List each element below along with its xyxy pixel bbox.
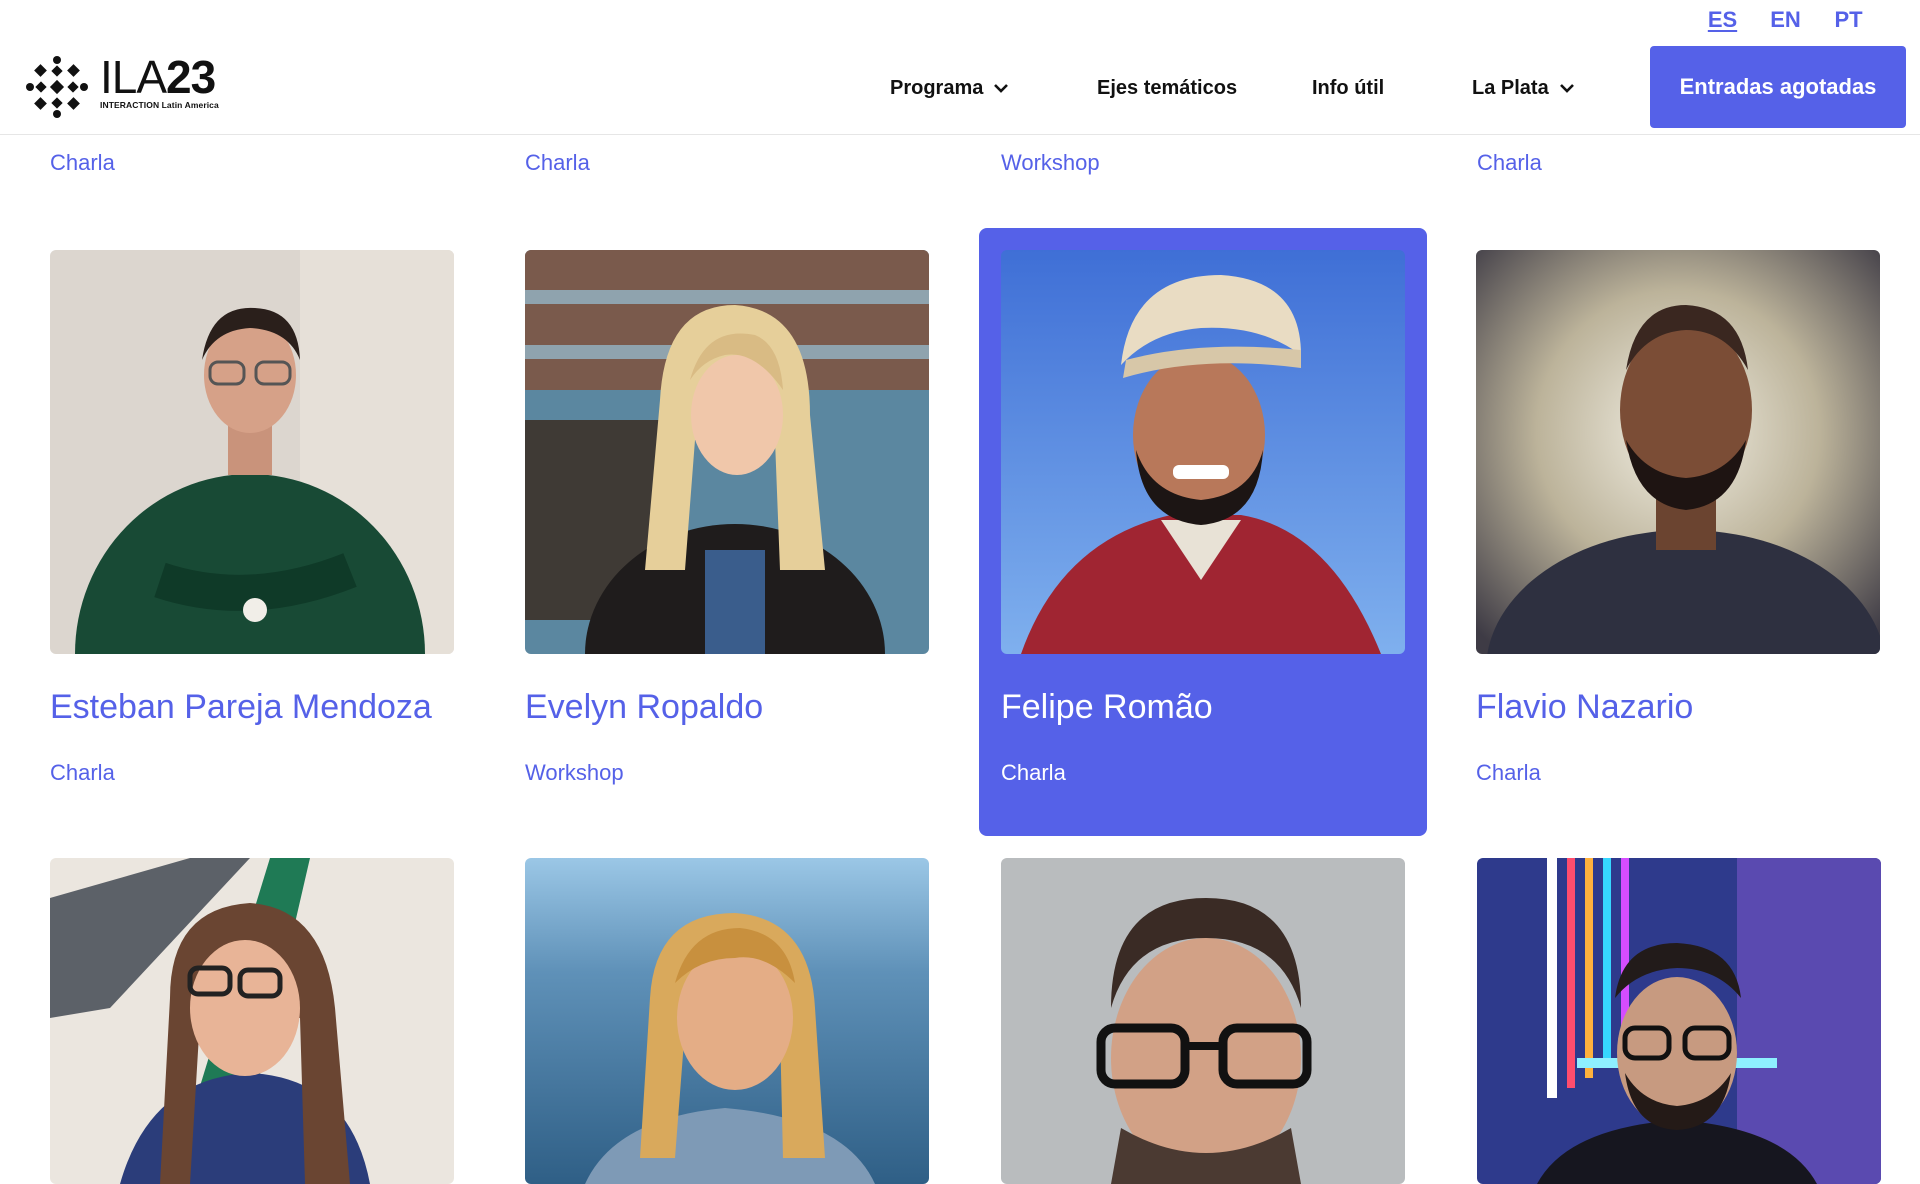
speaker-type-label: Charla — [50, 150, 115, 175]
speaker-photo — [50, 250, 454, 654]
language-switcher: ES EN PT — [1691, 6, 1880, 34]
nav-item-programa[interactable]: Programa — [890, 76, 1009, 100]
logo-title: ILA23 — [100, 51, 216, 103]
speaker-type-label: Charla — [1001, 760, 1066, 785]
logo-home-link[interactable]: ILA23 INTERACTION Latin America — [24, 54, 219, 120]
speaker-name: Flavio Nazario — [1476, 688, 1694, 726]
speaker-portrait-image — [50, 250, 454, 654]
speaker-type-label: Charla — [50, 760, 115, 785]
speaker-photo[interactable] — [1001, 858, 1405, 1184]
speaker-portrait-image — [1477, 858, 1881, 1184]
speaker-photo[interactable] — [525, 858, 929, 1184]
chevron-down-icon — [994, 84, 1009, 93]
speaker-portrait-image — [1001, 858, 1405, 1184]
speaker-photo[interactable] — [1477, 858, 1881, 1184]
lang-en-link[interactable]: EN — [1754, 6, 1817, 34]
speaker-photo[interactable] — [50, 858, 454, 1184]
logo-subtitle: INTERACTION Latin America — [100, 100, 219, 110]
nav-item-ejes-tematicos[interactable]: Ejes temáticos — [1097, 76, 1237, 100]
speaker-photo — [1476, 250, 1880, 654]
speaker-portrait-image — [1001, 250, 1405, 654]
ila-logo-icon — [26, 56, 88, 118]
speaker-name: Felipe Romão — [1001, 688, 1213, 726]
speaker-portrait-image — [50, 858, 454, 1184]
speaker-type-label: Charla — [1477, 150, 1542, 175]
lang-es-link[interactable]: ES — [1691, 6, 1754, 34]
site-header: ES EN PT ILA23 INTERACTION Latin America… — [0, 0, 1920, 135]
speaker-portrait-image — [525, 858, 929, 1184]
speaker-card-active[interactable]: Felipe Romão Charla — [979, 228, 1427, 836]
speaker-card[interactable]: Flavio Nazario Charla — [1454, 228, 1902, 836]
tickets-button[interactable]: Entradas agotadas — [1650, 46, 1906, 128]
lang-pt-link[interactable]: PT — [1817, 6, 1880, 34]
speaker-type-label: Workshop — [1001, 150, 1100, 175]
speaker-type-label: Charla — [525, 150, 590, 175]
speaker-type-label: Workshop — [525, 760, 624, 785]
speaker-name: Esteban Pareja Mendoza — [50, 688, 432, 726]
speaker-photo — [1001, 250, 1405, 654]
nav-item-info-util[interactable]: Info útil — [1312, 76, 1384, 100]
speaker-portrait-image — [525, 250, 929, 654]
speaker-photo — [525, 250, 929, 654]
chevron-down-icon — [1559, 84, 1574, 93]
nav-item-la-plata[interactable]: La Plata — [1472, 76, 1575, 100]
speaker-name: Evelyn Ropaldo — [525, 688, 764, 726]
speaker-type-label: Charla — [1476, 760, 1541, 785]
speaker-card[interactable]: Evelyn Ropaldo Workshop — [503, 228, 951, 836]
speaker-portrait-image — [1476, 250, 1880, 654]
speaker-card[interactable]: Esteban Pareja Mendoza Charla — [28, 228, 476, 836]
